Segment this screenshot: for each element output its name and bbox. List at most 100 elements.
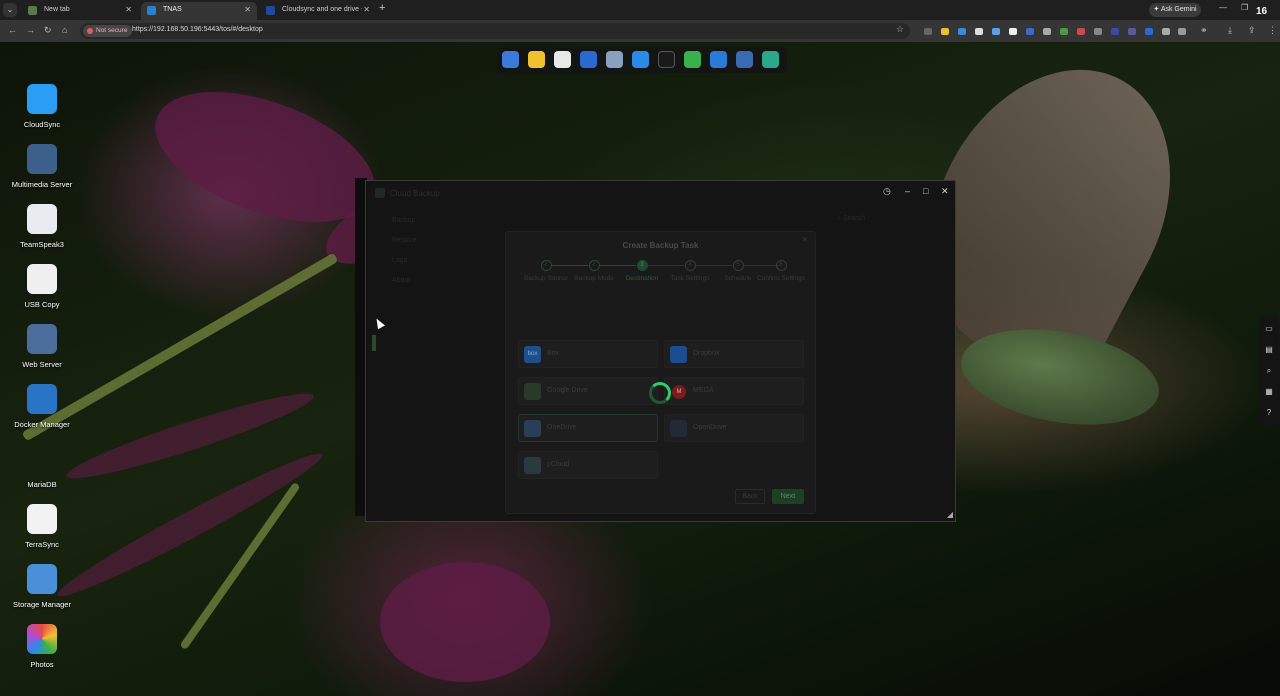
menu-icon[interactable]: ⋮	[1268, 25, 1277, 36]
help-icon[interactable]: ?	[1264, 408, 1274, 418]
share-icon[interactable]: ⇪	[1248, 25, 1256, 36]
search-icon[interactable]: ⌕	[1264, 366, 1274, 376]
destination-mega[interactable]: M MEGA	[664, 377, 804, 405]
restore-icon[interactable]: ❐	[1241, 3, 1248, 12]
extension-icon[interactable]	[941, 28, 949, 35]
dock-mail-icon[interactable]	[632, 51, 649, 68]
new-tab-button[interactable]: +	[379, 2, 385, 14]
desktop-icon-multimedia-server[interactable]: Multimedia Server	[4, 144, 80, 189]
destination-onedrive[interactable]: OneDrive	[518, 414, 658, 442]
sidebar-item-backup[interactable]: Backup	[378, 211, 498, 231]
extension-icon[interactable]	[924, 28, 932, 35]
extension-icon[interactable]	[1043, 28, 1051, 35]
dock-file-manager-icon[interactable]	[528, 51, 545, 68]
tab-tnas[interactable]: TNAS ✕	[141, 2, 257, 20]
dock-up-arrow-icon[interactable]	[684, 51, 701, 68]
close-icon[interactable]: ✕	[941, 186, 949, 197]
destination-opendrive[interactable]: OpenDrive	[664, 414, 804, 442]
maximize-icon[interactable]: □	[923, 186, 928, 196]
extension-icon[interactable]	[975, 28, 983, 35]
desktop-icon-photos[interactable]: Photos	[4, 624, 80, 669]
back-button[interactable]: Back	[735, 489, 765, 504]
desktop-icon-storage-manager[interactable]: Storage Manager	[4, 564, 80, 609]
destination-label: Google Drive	[547, 387, 588, 394]
extension-icon[interactable]	[1009, 28, 1017, 35]
extension-icon[interactable]	[1094, 28, 1102, 35]
extensions-puzzle-icon[interactable]	[1178, 28, 1186, 35]
close-icon[interactable]: ✕	[125, 2, 132, 18]
desktop-icon-mariadb[interactable]: MariaDB	[4, 444, 80, 489]
dock-sync-icon[interactable]	[762, 51, 779, 68]
destination-label: Box	[547, 350, 560, 357]
destination-dropbox[interactable]: Dropbox	[664, 340, 804, 368]
close-icon[interactable]: ✕	[363, 2, 370, 18]
search-input[interactable]: ⌕ Search	[837, 215, 865, 223]
photos-icon	[27, 624, 57, 654]
dropbox-icon	[670, 346, 687, 363]
tab-label: Cloudsync and one drive - Terra...	[282, 6, 362, 13]
destination-google-drive[interactable]: Google Drive	[518, 377, 658, 405]
extension-icon[interactable]	[958, 28, 966, 35]
browser-tab-bar: ⌄ New tab ✕ TNAS ✕ Cloudsync and one dri…	[0, 0, 1280, 20]
tab-new-tab[interactable]: New tab ✕	[22, 2, 138, 20]
tab-label: TNAS	[163, 6, 182, 13]
window-title: Cloud Backup	[390, 189, 440, 198]
desktop-icon-usb-copy[interactable]: USB Copy	[4, 264, 80, 309]
back-icon[interactable]: ←	[8, 25, 17, 35]
next-button[interactable]: Next	[772, 489, 804, 504]
ask-gemini-button[interactable]: ✦ Ask Gemini	[1149, 3, 1201, 17]
app-dock	[497, 47, 787, 73]
desktop-icon-terrasync[interactable]: TerraSync	[4, 504, 80, 549]
download-icon[interactable]: ⤓	[1228, 25, 1232, 36]
sidebar-item-restore[interactable]: Restore	[378, 231, 498, 251]
home-icon[interactable]: ⌂	[62, 25, 67, 35]
resize-handle-icon[interactable]: ◢	[947, 510, 953, 519]
close-icon[interactable]: ✕	[802, 236, 808, 244]
destination-pcloud[interactable]: pCloud	[518, 451, 658, 479]
address-bar[interactable]: Not secure https://192.168.50.196:5443/t…	[80, 23, 910, 39]
message-icon[interactable]: ▤	[1264, 345, 1274, 355]
bookmark-star-icon[interactable]: ☆	[896, 24, 904, 35]
forward-icon[interactable]: →	[26, 25, 35, 35]
destination-label: OpenDrive	[693, 424, 727, 431]
extension-icon[interactable]	[1111, 28, 1119, 35]
opendrive-icon	[670, 420, 687, 437]
dock-terminal-icon[interactable]	[658, 51, 675, 68]
minimize-icon[interactable]: –	[905, 186, 910, 196]
dock-clock-icon[interactable]	[580, 51, 597, 68]
extension-icon[interactable]	[1077, 28, 1085, 35]
minimize-icon[interactable]: —	[1219, 3, 1227, 12]
sidebar-item-logs[interactable]: Logs	[378, 251, 498, 271]
dock-settings-icon[interactable]	[606, 51, 623, 68]
icon-label: CloudSync	[23, 120, 61, 129]
dock-app-center-icon[interactable]	[554, 51, 571, 68]
dock-headset-icon[interactable]	[710, 51, 727, 68]
dock-app-icon[interactable]	[502, 51, 519, 68]
desktop-icon-teamspeak3[interactable]: TeamSpeak3	[4, 204, 80, 249]
right-tool-bar: ▭ ▤ ⌕ ▦ ?	[1259, 316, 1279, 426]
sidebar-item-about[interactable]: About	[378, 271, 498, 291]
active-indicator	[372, 335, 376, 351]
desktop-icon-cloudsync[interactable]: CloudSync	[4, 84, 80, 129]
dock-storage-icon[interactable]	[736, 51, 753, 68]
url-text: https://192.168.50.196:5443/tos/#/deskto…	[132, 26, 263, 33]
tab-search-icon[interactable]: ⌄	[3, 3, 17, 17]
widget-icon[interactable]: ▭	[1264, 324, 1274, 334]
destination-box[interactable]: box Box	[518, 340, 658, 368]
extension-icon[interactable]	[1128, 28, 1136, 35]
extension-icon[interactable]	[992, 28, 1000, 35]
tab-cloudsync-forum[interactable]: Cloudsync and one drive - Terra... ✕	[260, 2, 376, 20]
print-icon[interactable]: ▦	[1264, 387, 1274, 397]
desktop-icon-docker-manager[interactable]: Docker Manager	[4, 384, 80, 429]
not-secure-badge[interactable]: Not secure	[83, 25, 133, 37]
desktop-icon-web-server[interactable]: Web Server	[4, 324, 80, 369]
extension-icon[interactable]	[1026, 28, 1034, 35]
profile-icon[interactable]: ⚭	[1200, 25, 1208, 36]
extension-icon[interactable]	[1162, 28, 1170, 35]
box-icon: box	[524, 346, 541, 363]
reload-icon[interactable]: ↻	[44, 25, 52, 36]
history-icon[interactable]: ◷	[883, 186, 891, 197]
close-icon[interactable]: ✕	[244, 2, 251, 18]
extension-icon[interactable]	[1060, 28, 1068, 35]
extension-icon[interactable]	[1145, 28, 1153, 35]
